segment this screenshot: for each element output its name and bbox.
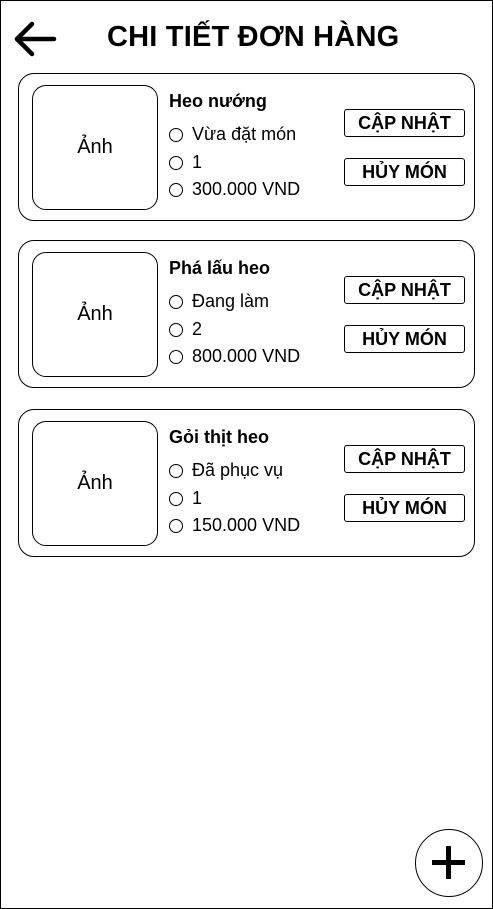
radio-button[interactable] xyxy=(169,294,183,309)
item-status-option: Đã phục vụ xyxy=(169,460,283,481)
item-name: Phá lấu heo xyxy=(169,258,271,278)
item-quantity-option: 2 xyxy=(169,319,202,340)
item-status: Vừa đặt món xyxy=(192,124,297,144)
update-button[interactable]: CẬP NHẬT xyxy=(344,109,465,137)
item-name: Heo nướng xyxy=(169,91,267,111)
cancel-item-button[interactable]: HỦY MÓN xyxy=(344,494,465,522)
page-title: CHI TIẾT ĐƠN HÀNG xyxy=(107,21,400,53)
arrow-left-icon xyxy=(14,21,57,57)
update-button[interactable]: CẬP NHẬT xyxy=(344,445,465,473)
back-button[interactable] xyxy=(13,19,57,59)
plus-icon xyxy=(432,846,465,879)
radio-button[interactable] xyxy=(169,127,183,142)
item-price-option: 800.000 VND xyxy=(169,346,300,367)
item-price: 800.000 VND xyxy=(192,346,301,366)
item-quantity-option: 1 xyxy=(169,488,202,509)
add-item-button[interactable] xyxy=(415,829,483,897)
item-price: 150.000 VND xyxy=(192,515,301,535)
cancel-item-button[interactable]: HỦY MÓN xyxy=(344,158,465,186)
item-photo-placeholder: Ảnh xyxy=(32,421,158,546)
item-status: Đã phục vụ xyxy=(192,460,284,480)
item-photo-placeholder: Ảnh xyxy=(32,85,158,210)
order-item-card: Ảnh Gỏi thịt heo Đã phục vụ 1 150.000 VN… xyxy=(18,409,475,557)
item-status-option: Đang làm xyxy=(169,291,269,312)
app-screen: CHI TIẾT ĐƠN HÀNG Ảnh Heo nướng Vừa đặt … xyxy=(0,0,493,909)
item-status-option: Vừa đặt món xyxy=(169,124,296,145)
radio-button[interactable] xyxy=(169,463,183,478)
radio-button[interactable] xyxy=(169,349,183,364)
item-price: 300.000 VND xyxy=(192,179,301,199)
item-photo-placeholder: Ảnh xyxy=(32,252,158,377)
item-quantity: 2 xyxy=(192,319,203,339)
item-price-option: 150.000 VND xyxy=(169,515,300,536)
radio-button[interactable] xyxy=(169,322,183,337)
item-quantity: 1 xyxy=(192,488,203,508)
item-name: Gỏi thịt heo xyxy=(169,427,269,447)
item-quantity-option: 1 xyxy=(169,152,202,173)
radio-button[interactable] xyxy=(169,155,183,170)
radio-button[interactable] xyxy=(169,182,183,197)
order-item-card: Ảnh Heo nướng Vừa đặt món 1 300.000 VND … xyxy=(18,73,475,221)
item-quantity: 1 xyxy=(192,152,203,172)
item-price-option: 300.000 VND xyxy=(169,179,300,200)
cancel-item-button[interactable]: HỦY MÓN xyxy=(344,325,465,353)
radio-button[interactable] xyxy=(169,518,183,533)
item-status: Đang làm xyxy=(192,291,270,311)
order-item-card: Ảnh Phá lấu heo Đang làm 2 800.000 VND C… xyxy=(18,240,475,388)
radio-button[interactable] xyxy=(169,491,183,506)
update-button[interactable]: CẬP NHẬT xyxy=(344,276,465,304)
